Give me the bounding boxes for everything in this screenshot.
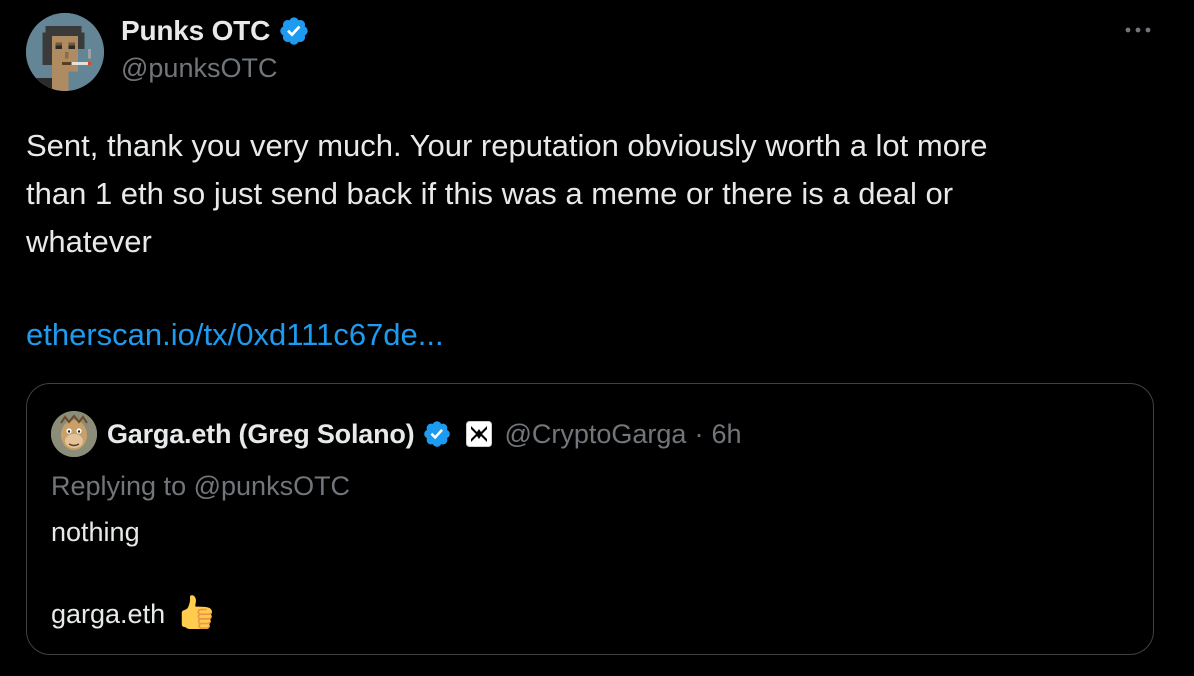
separator-dot: · (694, 418, 704, 449)
quote-text-line-2: garga.eth (51, 594, 213, 634)
replying-mention: @punksOTC (193, 471, 351, 501)
quote-verified-badge-icon (422, 419, 452, 449)
replying-to-line: Replying to @punksOTC (51, 466, 350, 506)
replying-prefix: Replying to (51, 471, 187, 501)
quote-text-signature: garga.eth (51, 599, 166, 629)
quote-author-avatar (51, 411, 97, 457)
quote-timestamp: 6h (711, 418, 742, 449)
tweet-text: Sent, thank you very much. Your reputati… (26, 128, 988, 259)
quote-text-line-1: nothing (51, 517, 140, 547)
quote-header: Garga.eth (Greg Solano) @CryptoGarga · 6… (107, 414, 741, 454)
quote-author-handle: @CryptoGarga (504, 418, 687, 449)
tweet-card: Punks OTC @punksOTC Sent, thank you very… (0, 0, 1194, 676)
author-name[interactable]: Punks OTC (121, 15, 270, 47)
etherscan-link[interactable]: etherscan.io/tx/0xd111c67de... (26, 311, 444, 359)
more-options-button[interactable] (1118, 14, 1158, 46)
yuga-labs-badge-icon (466, 421, 493, 447)
author-avatar[interactable] (26, 13, 104, 91)
bored-ape-avatar-icon (51, 411, 97, 457)
verified-badge-icon[interactable] (278, 15, 310, 47)
cryptopunk-avatar-icon (26, 13, 104, 91)
ellipsis-icon (1125, 27, 1151, 33)
thumbs-up-icon (179, 595, 213, 629)
quoted-tweet[interactable]: Garga.eth (Greg Solano) @CryptoGarga · 6… (26, 383, 1154, 655)
author-handle[interactable]: @punksOTC (121, 53, 277, 84)
author-name-row: Punks OTC (121, 12, 310, 50)
quote-author-name: Garga.eth (Greg Solano) (107, 418, 415, 449)
